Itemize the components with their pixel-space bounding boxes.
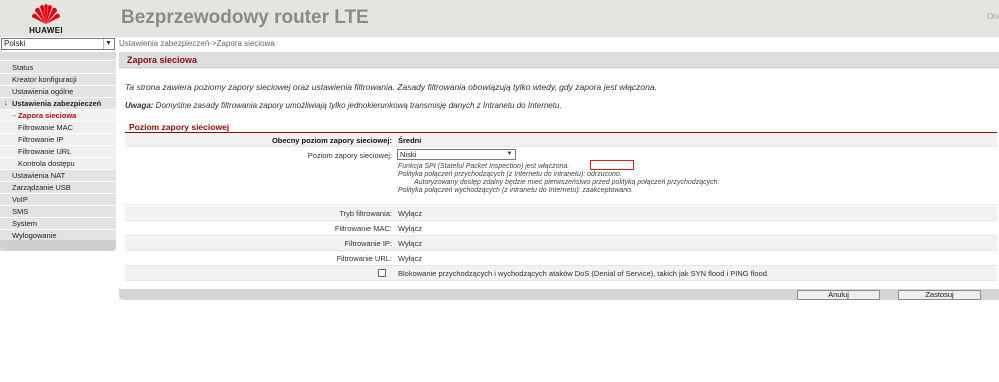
current-level-value: Średni — [398, 136, 422, 145]
sidebar-item-label: Filtrowanie MAC — [18, 123, 74, 132]
cancel-button[interactable]: Anuluj — [797, 290, 880, 300]
remote-access-description: Autoryzowany dostęp zdalny będzie mieć p… — [414, 179, 720, 186]
filter-mode-label: Tryb filtrowania: — [339, 209, 392, 218]
sidebar-item-nat[interactable]: Ustawienia NAT — [0, 170, 116, 182]
note-label: Uwaga: — [125, 101, 154, 110]
sidebar-item-label: SMS — [12, 207, 29, 216]
sidebar-item-label: Filtrowanie IP — [18, 135, 64, 144]
intro-text: Ta strona zawiera poziomy zapory sieciow… — [125, 82, 657, 92]
sidebar-item-label: Ustawienia zabezpieczeń — [12, 99, 102, 108]
mac-filter-label: Filtrowanie MAC: — [334, 224, 392, 233]
sidebar-item-voip[interactable]: VoIP — [0, 194, 116, 206]
level-label: Poziom zapory sieciowej: — [307, 151, 392, 160]
huawei-petal-icon — [31, 4, 61, 25]
firewall-level-select[interactable]: Niski ▼ — [397, 149, 516, 160]
dos-protection-label: Blokowanie przychodzących i wychodzących… — [398, 269, 769, 278]
sidebar-item-label: System — [12, 219, 38, 228]
url-filter-label: Filtrowanie URL: — [336, 254, 392, 263]
sidebar-footer — [0, 240, 116, 251]
sidebar-item-general[interactable]: Ustawienia ogólne — [0, 86, 116, 98]
logo-text: HUAWEI — [29, 26, 63, 35]
section-title: Poziom zapory sieciowej — [129, 122, 230, 132]
sidebar-item-sms[interactable]: SMS — [0, 206, 116, 218]
page-title: Zapora sieciowa — [127, 55, 198, 65]
url-filter-row: Filtrowanie URL: Wyłącz — [125, 251, 997, 266]
sidebar-item-label: VoIP — [12, 195, 28, 204]
sidebar-item-wizard[interactable]: Kreator konfiguracji — [0, 74, 116, 86]
highlight-box — [590, 160, 634, 170]
main-panel: Zapora sieciowa Ta strona zawiera poziom… — [119, 52, 999, 300]
spi-description: Funkcja SPI (Stateful Packet Inspection)… — [398, 163, 570, 170]
filter-mode-value: Wyłącz — [398, 209, 423, 218]
dos-protection-checkbox[interactable] — [378, 269, 386, 277]
content-area: Ta strona zawiera poziomy zapory sieciow… — [119, 69, 999, 289]
language-select[interactable]: Polski ▼ — [1, 38, 115, 50]
huawei-logo: HUAWEI — [20, 1, 72, 35]
header-bar: HUAWEI Bezprzewodowy router LTE Ora — [0, 0, 999, 37]
sidebar-item-url-filter[interactable]: Filtrowanie URL — [0, 146, 116, 158]
sidebar-item-firewall[interactable]: → Zapora sieciowa — [0, 110, 116, 122]
current-arrow-icon: → — [10, 112, 17, 119]
sidebar-item-status[interactable]: Status — [0, 62, 116, 74]
chevron-down-icon: ▼ — [103, 39, 113, 49]
url-filter-value: Wyłącz — [398, 254, 423, 263]
sidebar-item-system[interactable]: System — [0, 218, 116, 230]
apply-button[interactable]: Zastosuj — [898, 290, 981, 300]
sidebar-item-label: Zapora sieciowa — [18, 111, 77, 120]
sidebar-item-ip-filter[interactable]: Filtrowanie IP — [0, 134, 116, 146]
sidebar-item-label: Filtrowanie URL — [18, 147, 72, 156]
header-cut-text[interactable]: Ora — [987, 12, 999, 21]
language-select-value: Polski — [4, 39, 26, 48]
filter-mode-row: Tryb filtrowania: Wyłącz — [125, 206, 997, 221]
current-level-row: Obecny poziom zapory sieciowej: Średni — [125, 133, 997, 147]
sidebar-item-label: Kreator konfiguracji — [12, 75, 77, 84]
sidebar-item-label: Wylogowanie — [12, 231, 57, 240]
sidebar-item-mac-filter[interactable]: Filtrowanie MAC — [0, 122, 116, 134]
sidebar-item-label: Status — [12, 63, 34, 72]
ip-filter-label: Filtrowanie IP: — [344, 239, 392, 248]
note-body: Domyślne zasady filtrowania zapory umożl… — [153, 101, 562, 110]
chevron-down-icon: ▼ — [506, 151, 513, 157]
dos-row: Blokowanie przychodzących i wychodzących… — [125, 266, 997, 281]
inbound-policy-description: Polityka połączeń przychodzących (z Inte… — [398, 171, 622, 178]
current-level-label: Obecny poziom zapory sieciowej: — [271, 136, 392, 145]
app-title: Bezprzewodowy router LTE — [121, 7, 369, 28]
sidebar-item-security[interactable]: ↓ Ustawienia zabezpieczeń — [0, 98, 116, 110]
outbound-policy-description: Polityka połączeń wychodzących (z intran… — [398, 187, 634, 194]
mac-filter-value: Wyłącz — [398, 224, 423, 233]
ip-filter-value: Wyłącz — [398, 239, 423, 248]
sidebar-item-label: Ustawienia NAT — [12, 171, 66, 180]
sidebar-item-label: Kontrola dostępu — [18, 159, 75, 168]
breadcrumb: Ustawienia zabezpieczeń->Zapora sieciowa — [119, 39, 275, 48]
sidebar-item-label: Zarządzanie USB — [12, 183, 71, 192]
sidebar: Status Kreator konfiguracji Ustawienia o… — [0, 52, 116, 251]
sidebar-item-usb[interactable]: Zarządzanie USB — [0, 182, 116, 194]
note-text: Uwaga: Domyślne zasady filtrowania zapor… — [125, 101, 562, 110]
expand-arrow-icon: ↓ — [4, 100, 8, 107]
sidebar-header — [0, 52, 116, 61]
title-bar: Zapora sieciowa — [119, 52, 999, 68]
ip-filter-row: Filtrowanie IP: Wyłącz — [125, 236, 997, 251]
sidebar-item-access-control[interactable]: Kontrola dostępu — [0, 158, 116, 170]
mac-filter-row: Filtrowanie MAC: Wyłącz — [125, 221, 997, 236]
sidebar-item-label: Ustawienia ogólne — [12, 87, 74, 96]
firewall-level-value: Niski — [400, 150, 417, 159]
level-row: Poziom zapory sieciowej: Niski ▼ Funkcja… — [125, 148, 997, 205]
